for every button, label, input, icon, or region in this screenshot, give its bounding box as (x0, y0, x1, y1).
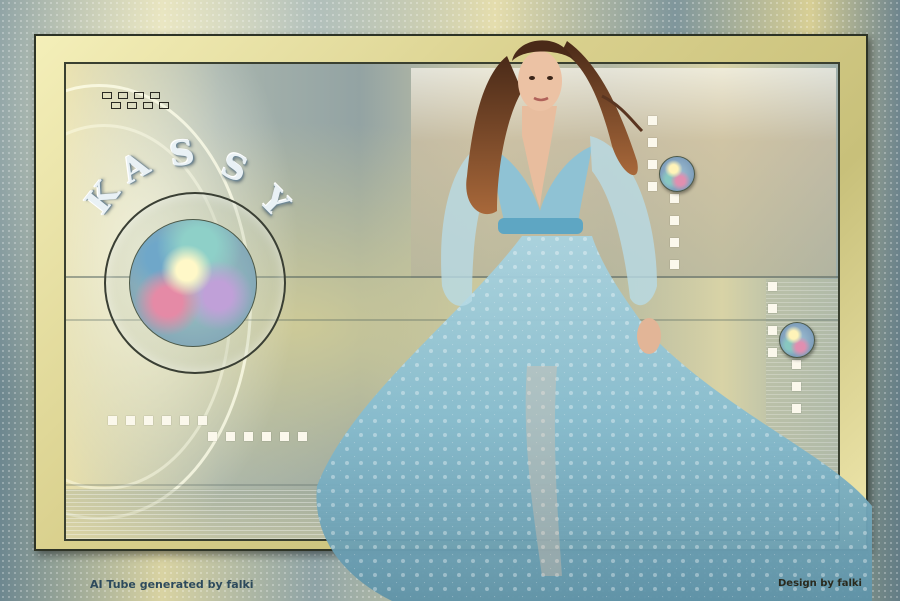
white-square (108, 416, 117, 425)
title-letter: S (167, 132, 198, 176)
outline-square (143, 102, 153, 109)
outline-square (111, 102, 121, 109)
white-square (126, 416, 135, 425)
outline-square (118, 92, 128, 99)
white-square (226, 432, 235, 441)
white-square (162, 416, 171, 425)
white-square (262, 432, 271, 441)
white-square (280, 432, 289, 441)
outline-square (102, 92, 112, 99)
outline-square (159, 102, 169, 109)
outline-square (150, 92, 160, 99)
white-square (180, 416, 189, 425)
credit-left: AI Tube generated by falki (90, 578, 254, 591)
outline-square (127, 102, 137, 109)
white-square (298, 432, 307, 441)
white-square (198, 416, 207, 425)
white-square (144, 416, 153, 425)
outline-square (134, 92, 144, 99)
crystal-orb (129, 219, 257, 347)
white-square (244, 432, 253, 441)
white-square (208, 432, 217, 441)
woman-in-gown-figure (316, 40, 872, 601)
credit-right: Design by falki (778, 578, 862, 589)
